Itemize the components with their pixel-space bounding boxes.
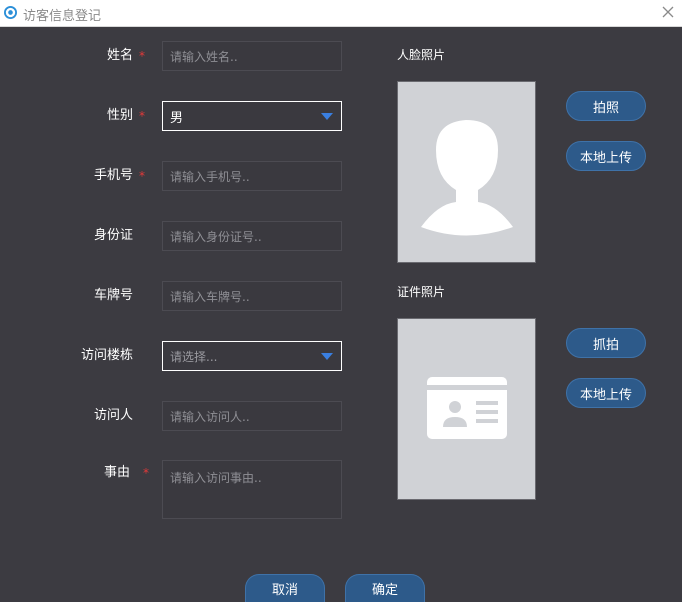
name-placeholder: 请输入姓名.. (170, 49, 238, 64)
id-photo-label: 证件照片 (397, 285, 446, 299)
reason-placeholder: 请输入访问事由.. (170, 471, 262, 485)
required-mark: * (139, 109, 145, 123)
take-photo-button[interactable]: 拍照 (566, 91, 646, 121)
required-mark: * (139, 169, 145, 183)
reason-textarea[interactable]: 请输入访问事由.. (162, 460, 342, 519)
required-mark: * (139, 49, 145, 63)
phone-input[interactable]: 请输入手机号.. (162, 161, 342, 191)
gender-label: 性别 (106, 108, 133, 123)
face-photo-frame (397, 81, 536, 263)
app-logo-icon (4, 6, 17, 19)
name-label: 姓名 (106, 48, 133, 63)
building-select[interactable]: 请选择... (162, 341, 342, 371)
visitee-input[interactable]: 请输入访问人.. (162, 401, 342, 431)
reason-label: 事由 (103, 465, 130, 480)
phone-label: 手机号 (93, 168, 133, 183)
face-upload-button[interactable]: 本地上传 (566, 141, 646, 171)
id-card-input[interactable]: 请输入身份证号.. (162, 221, 342, 251)
phone-placeholder: 请输入手机号.. (170, 169, 250, 184)
id-card-label: 身份证 (93, 228, 133, 243)
capture-button[interactable]: 抓拍 (566, 328, 646, 358)
visitee-label: 访问人 (93, 408, 133, 423)
id-upload-button[interactable]: 本地上传 (566, 378, 646, 408)
dropdown-arrow-icon (321, 353, 333, 360)
dropdown-arrow-icon (321, 113, 333, 120)
plate-placeholder: 请输入车牌号.. (170, 289, 250, 304)
confirm-button[interactable]: 确定 (345, 574, 425, 602)
person-silhouette-icon (421, 120, 513, 236)
face-photo-label: 人脸照片 (397, 48, 446, 62)
name-input[interactable]: 请输入姓名.. (162, 41, 342, 71)
cancel-button[interactable]: 取消 (245, 574, 325, 602)
plate-label: 车牌号 (93, 288, 133, 303)
id-card-placeholder: 请输入身份证号.. (170, 229, 262, 244)
window-title: 访客信息登记 (23, 9, 102, 24)
building-placeholder: 请选择... (170, 349, 218, 364)
id-photo-frame (397, 318, 536, 500)
plate-input[interactable]: 请输入车牌号.. (162, 281, 342, 311)
building-label: 访问楼栋 (80, 348, 133, 363)
title-bar: 访客信息登记 (0, 0, 682, 27)
required-mark: * (143, 466, 149, 480)
close-icon[interactable] (660, 4, 676, 20)
visitee-placeholder: 请输入访问人.. (170, 409, 250, 424)
gender-value: 男 (170, 110, 184, 126)
gender-select[interactable]: 男 (162, 101, 342, 131)
id-card-icon (427, 377, 507, 439)
